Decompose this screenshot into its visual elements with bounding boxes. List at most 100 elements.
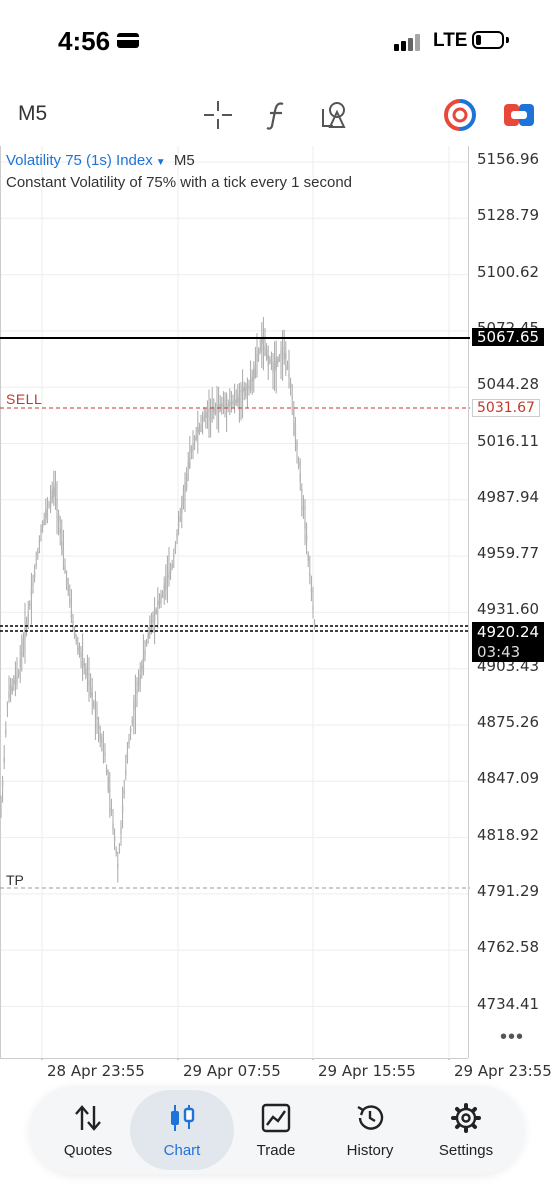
- candle-body: [285, 353, 287, 359]
- candle-body: [109, 789, 111, 793]
- candle-body: [101, 738, 103, 743]
- candle-body: [209, 408, 212, 421]
- nav-label: History: [346, 1142, 394, 1159]
- candle-body: [293, 408, 295, 417]
- candle-body: [139, 674, 141, 681]
- candle-body: [136, 689, 138, 695]
- candle-body: [123, 789, 125, 794]
- price-axis-label: 4734.41: [477, 994, 540, 1013]
- chart-canvas[interactable]: [0, 146, 554, 1060]
- candle-body: [193, 438, 196, 441]
- candle-body: [278, 355, 281, 361]
- candle-body: [70, 609, 73, 619]
- nav-chart[interactable]: Chart: [130, 1090, 234, 1170]
- candle-body: [142, 657, 145, 673]
- battery-icon: [472, 31, 504, 49]
- symbol-timeframe: M5: [173, 152, 195, 169]
- price-axis-label: 4847.09: [477, 769, 540, 788]
- candle-body: [197, 426, 199, 434]
- nav-history[interactable]: History: [324, 1090, 416, 1170]
- candle-body: [205, 412, 207, 418]
- take-profit-label[interactable]: TP: [6, 872, 24, 888]
- candle-body: [200, 424, 202, 433]
- candle-body: [165, 578, 167, 590]
- candle-body: [206, 410, 209, 418]
- candle-body: [251, 376, 253, 382]
- nav-label: Quotes: [63, 1142, 113, 1159]
- candle-body: [161, 592, 164, 598]
- candle-body: [121, 805, 124, 814]
- price-chart[interactable]: Volatility 75 (1s) Index ▼ M5 Constant Vo…: [0, 146, 554, 1080]
- candle-body: [17, 670, 20, 676]
- candle-body: [245, 388, 247, 397]
- candle-body: [237, 397, 239, 403]
- more-icon[interactable]: •••: [500, 1026, 524, 1049]
- function-icon[interactable]: [261, 98, 295, 132]
- candle-body: [37, 551, 39, 554]
- nav-settings[interactable]: Settings: [420, 1090, 512, 1170]
- candle-body: [294, 422, 297, 439]
- current-price: 4920.24: [477, 623, 540, 641]
- candle-body: [19, 658, 21, 667]
- one-click-icon[interactable]: [502, 98, 536, 132]
- candle-body: [137, 680, 140, 687]
- candle-body: [184, 483, 186, 493]
- timeframe-button[interactable]: M5: [18, 102, 47, 126]
- candle-body: [174, 544, 177, 550]
- candle-body: [235, 399, 237, 403]
- candle-body: [102, 748, 105, 751]
- nav-trade[interactable]: Trade: [230, 1090, 322, 1170]
- candle-body: [54, 484, 57, 497]
- candle-body: [115, 849, 117, 854]
- crosshair-icon[interactable]: [201, 98, 235, 132]
- trade-toggle-icon[interactable]: [443, 98, 477, 132]
- price-axis-label: 4959.77: [477, 544, 540, 563]
- candle-body: [216, 403, 218, 407]
- candle-body: [45, 509, 47, 518]
- sell-order-label[interactable]: SELL: [6, 391, 42, 407]
- candle-body: [253, 368, 255, 381]
- symbol-header[interactable]: Volatility 75 (1s) Index ▼ M5: [6, 152, 195, 169]
- candle-body: [302, 506, 305, 510]
- candle-body: [56, 498, 58, 512]
- candle-body: [21, 651, 23, 657]
- candle-body: [65, 576, 68, 585]
- candle-body: [0, 808, 2, 815]
- candle-body: [227, 403, 229, 408]
- price-axis-label: 5128.79: [477, 206, 540, 225]
- highlight-price: 5067.65: [472, 328, 545, 346]
- candle-body: [181, 502, 183, 514]
- candle-body: [187, 462, 189, 469]
- chevron-down-icon[interactable]: ▼: [156, 157, 166, 168]
- candle-body: [80, 652, 82, 657]
- status-bar: 4:56 LTE: [0, 0, 554, 80]
- candle-body: [153, 609, 156, 621]
- candle-body: [297, 461, 300, 468]
- candle-body: [286, 365, 289, 371]
- symbol-name[interactable]: Volatility 75 (1s) Index: [6, 152, 153, 169]
- candle-body: [5, 729, 7, 735]
- candle-body: [1, 780, 4, 787]
- quotes-icon: [75, 1105, 101, 1131]
- symbol-description: Constant Volatility of 75% with a tick e…: [6, 174, 353, 191]
- candle-body: [64, 566, 66, 574]
- candle-body: [309, 572, 311, 577]
- candle-body: [243, 387, 245, 392]
- candle-body: [120, 827, 122, 834]
- candle-body: [182, 494, 185, 503]
- candle-body: [224, 399, 226, 408]
- price-axis-label: 4987.94: [477, 487, 540, 506]
- candle-body: [173, 554, 175, 557]
- price-axis-label: 4931.60: [477, 600, 540, 619]
- candle-body: [166, 575, 169, 578]
- nav-quotes[interactable]: Quotes: [42, 1090, 134, 1170]
- price-axis-label: 5100.62: [477, 262, 540, 281]
- candle-body: [262, 338, 265, 344]
- candle-body: [144, 649, 146, 657]
- objects-icon[interactable]: [319, 98, 353, 132]
- candle-body: [312, 606, 314, 611]
- candle-body: [208, 408, 210, 412]
- candle-body: [14, 676, 17, 684]
- candle-body: [265, 348, 268, 359]
- candle-body: [11, 687, 13, 694]
